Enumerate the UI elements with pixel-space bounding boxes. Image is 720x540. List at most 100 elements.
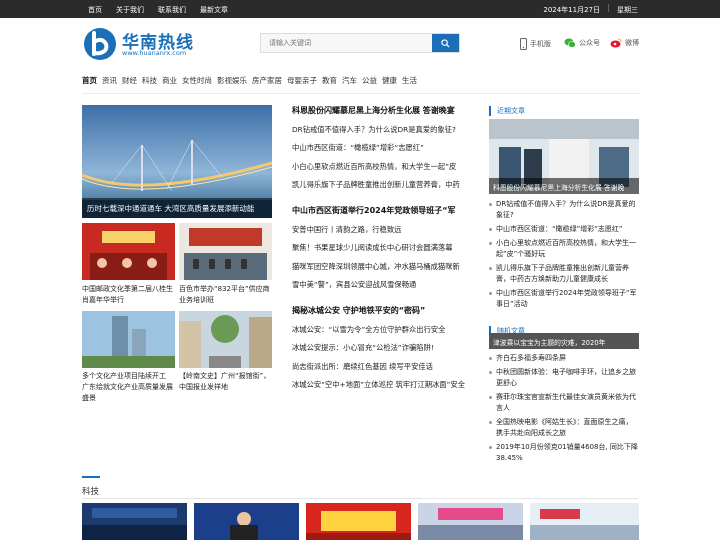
nav-item-parenting[interactable]: 母婴亲子 — [287, 75, 317, 86]
news-item[interactable]: 冰城公安提示：小心冒充“公检法”诈骗陷阱! — [292, 343, 482, 354]
recent-item[interactable]: 凯儿得乐旗下子品牌胜童推出创新儿童营养膏，中药古方焕新助力儿童健康成长 — [489, 263, 639, 285]
thumb-caption[interactable]: 百色市举办“832平台”供应商业务培训班 — [179, 284, 272, 306]
search-input[interactable] — [261, 34, 433, 52]
news-item[interactable]: 冰城公安“空中+地面”立体巡控 筑牢打江期冰面”安全 — [292, 380, 482, 391]
nav-item-home-living[interactable]: 房产家居 — [252, 75, 282, 86]
nav-item-health[interactable]: 健康 — [382, 75, 397, 86]
thumb-2-image — [179, 223, 272, 280]
section-thumb[interactable] — [82, 503, 187, 540]
group-headline[interactable]: 科恩股份闪耀慕尼黑上海分析生化展 答谢晚宴 — [292, 105, 482, 117]
news-item[interactable]: 雪中美“警”，宾县公安迎战风雪保畅通 — [292, 280, 482, 291]
section-thumb[interactable] — [418, 503, 523, 540]
section-accent — [82, 476, 100, 478]
recent-header: 近期文章 — [489, 106, 639, 116]
divider — [608, 4, 609, 12]
top-link-contact[interactable]: 联系我们 — [158, 5, 186, 15]
nav-divider — [82, 93, 639, 94]
group-headline[interactable]: 中山市西区街道举行2024年党政领导班子“军 — [292, 205, 482, 217]
news-group: 揭秘冰城公安 守护地铁平安的“密码” 冰城公安：“以雪为令”全方位守护群众出行安… — [292, 305, 482, 391]
nav-item-news[interactable]: 资讯 — [102, 75, 117, 86]
search-icon — [441, 38, 450, 48]
nav-item-fashion[interactable]: 女性时尚 — [182, 75, 212, 86]
recent-feature-caption: 科恩股份闪耀慕尼黑上海分析生化展 答谢晚 — [489, 178, 639, 194]
section-thumb-2-image — [194, 503, 299, 540]
random-item[interactable]: 全国热映电影《阿姑生长》：直面原生之痛，携手共赴向阳成长之旅 — [489, 417, 639, 439]
nav-item-entertainment[interactable]: 影视娱乐 — [217, 75, 247, 86]
date-text: 2024年11月27日 — [543, 6, 600, 14]
thumb-image[interactable] — [179, 311, 272, 368]
thumb-4-image — [179, 311, 272, 368]
section-thumb-4-image — [418, 503, 523, 540]
top-link-latest[interactable]: 最新文章 — [200, 5, 228, 15]
news-item[interactable]: 小白心里软点燃近百所高校热情，和大学生一起”皮 — [292, 162, 482, 173]
top-link-home[interactable]: 首页 — [88, 5, 102, 15]
weibo-label: 微博 — [625, 39, 639, 47]
thumb-image[interactable] — [179, 223, 272, 280]
section-thumb[interactable] — [530, 503, 639, 540]
thumb-caption[interactable]: 多个文化产业项目陆续开工 广东绘就文化产业高质量发展盛景 — [82, 371, 175, 404]
weibo-icon — [610, 38, 622, 48]
top-bar: 首页 关于我们 联系我们 最新文章 2024年11月27日 星期三 — [0, 0, 720, 18]
nav-item-home[interactable]: 首页 — [82, 75, 97, 86]
section-thumb[interactable] — [306, 503, 411, 540]
section-thumb-1-image — [82, 503, 187, 540]
recent-feature[interactable]: 科恩股份闪耀慕尼黑上海分析生化展 答谢晚 — [489, 119, 639, 194]
random-item[interactable]: 齐白石多福多寿四条屏 — [489, 353, 639, 364]
search-button[interactable] — [432, 34, 459, 52]
news-item[interactable]: 凯儿得乐旗下子品牌胜童推出创新儿童营养膏，中药 — [292, 180, 482, 191]
recent-item[interactable]: DR钻戒值不值得入手？为什么说DR是真爱的象征? — [489, 199, 639, 221]
thumb-caption[interactable]: 【岭南文史】广州“报馆街”，中国报业发祥地 — [179, 371, 272, 393]
featured-story[interactable]: 历时七载深中通道通车 大湾区高质量发展添新动能 — [82, 105, 272, 218]
featured-caption: 历时七载深中通道通车 大湾区高质量发展添新动能 — [82, 198, 272, 218]
section-title[interactable]: 科技 — [82, 485, 99, 497]
news-item[interactable]: DR钻戒值不值得入手？为什么说DR是真爱的象征? — [292, 125, 482, 136]
random-feature-caption: 津波乘以宝宝为主题的灾难，2020年 — [493, 339, 606, 347]
random-item[interactable]: 赛菲尔珠宝官宣新生代最佳女演员黄米依为代言人 — [489, 392, 639, 414]
logo-mark-icon — [84, 28, 116, 60]
news-group: 科恩股份闪耀慕尼黑上海分析生化展 答谢晚宴 DR钻戒值不值得入手？为什么说DR是… — [292, 105, 482, 191]
mobile-link[interactable]: 手机版 — [520, 38, 551, 50]
mobile-icon — [520, 38, 527, 50]
top-link-about[interactable]: 关于我们 — [116, 5, 144, 15]
weibo-link[interactable]: 微博 — [610, 38, 639, 48]
weekday-text: 星期三 — [617, 6, 638, 14]
thumb-3-image — [82, 311, 175, 368]
news-item[interactable]: 尚志街派出所：磨续红色基因 续写平安佳话 — [292, 362, 482, 373]
nav-item-life[interactable]: 生活 — [402, 75, 417, 86]
nav-item-tech[interactable]: 科技 — [142, 75, 157, 86]
nav-item-auto[interactable]: 汽车 — [342, 75, 357, 86]
thumb-1-image — [82, 223, 175, 280]
random-item[interactable]: 中秋团圆新体验：电子咖啡手环，让追乡之旅更舒心 — [489, 367, 639, 389]
random-list: 齐白石多福多寿四条屏 中秋团圆新体验：电子咖啡手环，让追乡之旅更舒心 赛菲尔珠宝… — [489, 353, 639, 467]
thumb-image[interactable] — [82, 223, 175, 280]
recent-item[interactable]: 中山市西区街道举行2024年党政领导班子“军事日”活动 — [489, 288, 639, 310]
site-logo[interactable]: 华南热线 www.huananrx.com — [82, 27, 202, 61]
nav-item-business[interactable]: 商业 — [162, 75, 177, 86]
thumb-image[interactable] — [82, 311, 175, 368]
group-headline[interactable]: 揭秘冰城公安 守护地铁平安的“密码” — [292, 305, 482, 317]
section-thumb[interactable] — [194, 503, 299, 540]
random-feature[interactable]: 津波乘以宝宝为主题的灾难，2020年 — [489, 333, 639, 349]
section-thumb-3-image — [306, 503, 411, 540]
news-group: 中山市西区街道举行2024年党政领导班子“军 安普中国行丨清韵之路，行稳致远 聚… — [292, 205, 482, 291]
wechat-link[interactable]: 公众号 — [564, 38, 600, 48]
news-item[interactable]: 聚焦！书果星球少儿阅读成长中心研讨会圆满落幕 — [292, 243, 482, 254]
random-item[interactable]: 2019年10月份领克01销量4608台, 同比下降38.45% — [489, 442, 639, 464]
recent-title: 近期文章 — [489, 106, 639, 116]
recent-item[interactable]: 小白心里软点燃近百所高校热情，和大学生一起”皮”个骚好玩 — [489, 238, 639, 260]
nav-item-finance[interactable]: 财经 — [122, 75, 137, 86]
main-nav: 首页 资讯 财经 科技 商业 女性时尚 影视娱乐 房产家居 母婴亲子 教育 汽车… — [82, 75, 417, 86]
logo-subtitle: www.huananrx.com — [122, 49, 187, 57]
section-divider — [82, 498, 639, 499]
nav-item-charity[interactable]: 公益 — [362, 75, 377, 86]
wechat-label: 公众号 — [579, 39, 600, 47]
news-item[interactable]: 中山市西区街道：“橄榄绿”增彩“志愿红” — [292, 143, 482, 154]
recent-item[interactable]: 中山市西区街道：“橄榄绿”增彩“志愿红” — [489, 224, 639, 235]
news-item[interactable]: 冰城公安：“以雪为令”全方位守护群众出行安全 — [292, 325, 482, 336]
news-item[interactable]: 安普中国行丨清韵之路，行稳致远 — [292, 225, 482, 236]
top-date: 2024年11月27日 星期三 — [543, 4, 638, 15]
nav-item-education[interactable]: 教育 — [322, 75, 337, 86]
thumb-caption[interactable]: 中国邮政文化季第二届八桂生肖嘉年华举行 — [82, 284, 175, 306]
news-item[interactable]: 猫咪军团空降深圳领展中心城，冲水猫马桶成猫咪新 — [292, 262, 482, 273]
section-thumb-5-image — [530, 503, 639, 540]
